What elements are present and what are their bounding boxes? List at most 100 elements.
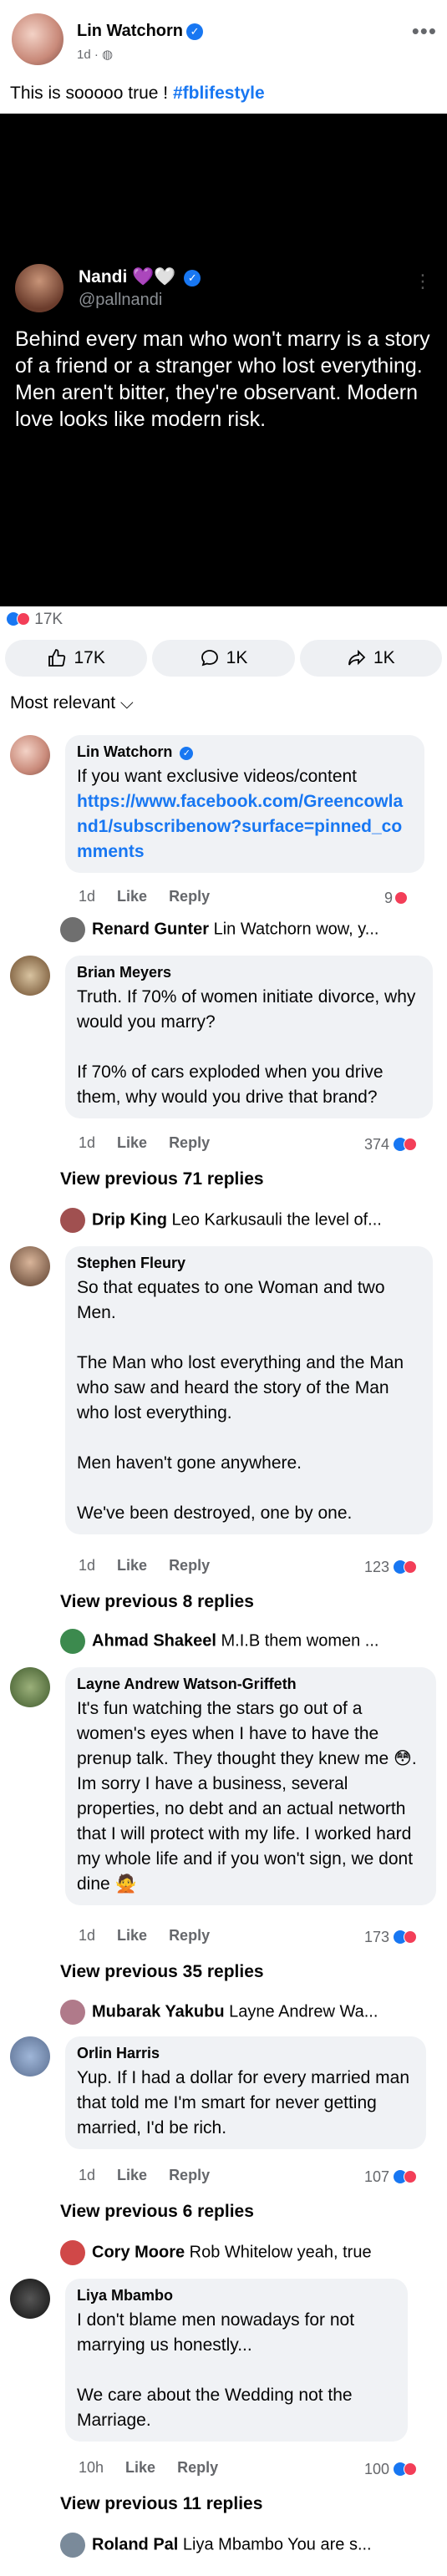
reply-text: Rob Whitelow yeah, true: [185, 2243, 372, 2262]
quoted-text: Behind every man who won't marry is a st…: [15, 327, 430, 431]
view-previous-replies[interactable]: View previous 8 replies: [60, 1592, 254, 1612]
reply-author[interactable]: Cory Moore: [92, 2243, 185, 2261]
comment-author[interactable]: Stephen Fleury: [77, 1255, 421, 1272]
chevron-down-icon: ⌵: [119, 693, 134, 712]
reply-author[interactable]: Roland Pal: [92, 2535, 178, 2553]
caption-text: This is sooooo true !: [10, 84, 173, 103]
comment-author[interactable]: Lin Watchorn ✓: [77, 743, 413, 761]
sort-label: Most relevant: [10, 693, 116, 712]
comment-reply-button[interactable]: Reply: [169, 1134, 210, 1152]
view-previous-replies[interactable]: View previous 6 replies: [60, 2202, 254, 2222]
reply-text: Lin Watchorn wow, y...: [209, 920, 379, 939]
comment-icon: [201, 650, 218, 667]
comment-actions: 10h Like Reply: [79, 2459, 218, 2477]
avatar[interactable]: [10, 12, 65, 67]
comment-reply-button[interactable]: Reply: [169, 888, 210, 905]
thumbs-up-icon: [48, 649, 66, 667]
view-previous-replies[interactable]: View previous 35 replies: [60, 1962, 264, 1982]
comment-author[interactable]: Orlin Harris: [77, 2045, 414, 2062]
comment-author[interactable]: Liya Mbambo: [77, 2287, 396, 2305]
comment-text: It's fun watching the stars go out of a …: [77, 1699, 417, 1894]
avatar: [60, 2000, 85, 2025]
comment-bubble: Liya Mbambo I don't blame men nowadays f…: [65, 2279, 408, 2442]
more-options-icon[interactable]: •••: [412, 18, 437, 44]
post-meta: 1d · ◍: [77, 47, 113, 62]
comment-bubble: Lin Watchorn ✓ If you want exclusive vid…: [65, 735, 424, 873]
avatar[interactable]: [10, 735, 50, 775]
comment-reaction-count: 9: [384, 890, 409, 907]
reply-preview[interactable]: Renard Gunter Lin Watchorn wow, y...: [60, 917, 436, 942]
comment-like-button[interactable]: Like: [117, 1557, 147, 1575]
comment-reply-button[interactable]: Reply: [177, 2459, 218, 2477]
reaction-count: 123: [364, 1559, 390, 1575]
reply-text: Liya Mbambo You are s...: [178, 2535, 372, 2554]
comment-reaction-count: 374: [364, 1136, 418, 1154]
comment-text: So that equates to one Woman and two Men…: [77, 1278, 404, 1523]
reaction-count: 173: [364, 1929, 390, 1945]
reaction-count: 107: [364, 2168, 390, 2185]
post-time[interactable]: 1d ·: [77, 48, 99, 62]
love-reaction-icon: [404, 2170, 418, 2183]
hashtag-link[interactable]: #fblifestyle: [173, 84, 265, 103]
reply-author[interactable]: Renard Gunter: [92, 920, 209, 938]
post-image[interactable]: Nandi 💜🤍 ✓ @pallnandi ⋮ Behind every man…: [0, 114, 447, 606]
comment-link[interactable]: https://www.facebook.com/Greencowland1/s…: [77, 789, 413, 865]
comment-count: 1K: [226, 648, 248, 667]
avatar[interactable]: [10, 956, 50, 996]
reaction-count: 17K: [34, 611, 63, 628]
reply-preview[interactable]: Roland Pal Liya Mbambo You are s...: [60, 2533, 436, 2558]
reply-text: M.I.B them women ...: [216, 1631, 379, 1651]
love-reaction-icon: [404, 1560, 418, 1574]
quoted-author: Nandi 💜🤍 ✓: [79, 267, 201, 287]
share-icon: [348, 649, 366, 666]
verified-badge-icon: ✓: [180, 747, 194, 760]
like-button[interactable]: 17K: [5, 640, 148, 677]
post-author[interactable]: Lin Watchorn ✓: [77, 22, 204, 41]
comment-reply-button[interactable]: Reply: [169, 1557, 210, 1575]
reply-preview[interactable]: Drip King Leo Karkusauli the level of...: [60, 1208, 436, 1233]
comment-like-button[interactable]: Like: [117, 1134, 147, 1152]
comment-time: 1d: [79, 1557, 96, 1574]
avatar[interactable]: [10, 1667, 50, 1707]
sort-dropdown[interactable]: Most relevant ⌵: [10, 693, 134, 713]
comment-reply-button[interactable]: Reply: [169, 2167, 210, 2184]
quoted-author-name: Nandi 💜🤍: [79, 267, 176, 287]
reaction-count: 100: [364, 2461, 390, 2477]
comment-reaction-count: 173: [364, 1929, 418, 1946]
post-header: Lin Watchorn ✓ 1d · ◍ •••: [0, 0, 447, 77]
reply-preview[interactable]: Cory Moore Rob Whitelow yeah, true: [60, 2240, 436, 2265]
comment-like-button[interactable]: Like: [125, 2459, 155, 2477]
comment-actions: 1d Like Reply: [79, 1557, 210, 1575]
reply-preview[interactable]: Mubarak Yakubu Layne Andrew Wa...: [60, 2000, 436, 2025]
comment-button[interactable]: 1K: [152, 640, 295, 677]
comment-time: 1d: [79, 1134, 96, 1151]
quoted-handle: @pallnandi: [79, 291, 163, 309]
reply-author[interactable]: Mubarak Yakubu: [92, 2002, 225, 2021]
comment-like-button[interactable]: Like: [117, 2167, 147, 2184]
share-button[interactable]: 1K: [299, 640, 442, 677]
view-previous-replies[interactable]: View previous 11 replies: [60, 2494, 262, 2514]
like-count: 17K: [74, 648, 105, 667]
avatar[interactable]: [10, 2279, 50, 2319]
comment-like-button[interactable]: Like: [117, 1927, 147, 1945]
view-previous-replies[interactable]: View previous 71 replies: [60, 1169, 264, 1189]
reaction-count: 9: [384, 890, 394, 906]
action-bar: 17K 1K 1K: [5, 640, 442, 677]
comment-author[interactable]: Brian Meyers: [77, 964, 421, 981]
comment-time: 1d: [79, 1927, 96, 1944]
comment-author[interactable]: Layne Andrew Watson-Griffeth: [77, 1676, 424, 1693]
author-name[interactable]: Lin Watchorn: [77, 22, 183, 40]
reply-author[interactable]: Drip King: [92, 1210, 167, 1229]
love-reaction-icon: [17, 612, 30, 626]
comment-bubble: Orlin Harris Yup. If I had a dollar for …: [65, 2036, 426, 2149]
avatar[interactable]: [10, 2036, 50, 2077]
comment-time: 1d: [79, 2167, 96, 2183]
comment-author-name[interactable]: Lin Watchorn: [77, 743, 172, 760]
comment-reaction-count: 100: [364, 2461, 418, 2478]
reply-preview[interactable]: Ahmad Shakeel M.I.B them women ...: [60, 1629, 436, 1654]
reply-author[interactable]: Ahmad Shakeel: [92, 1631, 216, 1650]
comment-like-button[interactable]: Like: [117, 888, 147, 905]
comment-reply-button[interactable]: Reply: [169, 1927, 210, 1945]
avatar[interactable]: [10, 1246, 50, 1286]
reaction-summary[interactable]: 17K: [7, 611, 63, 629]
